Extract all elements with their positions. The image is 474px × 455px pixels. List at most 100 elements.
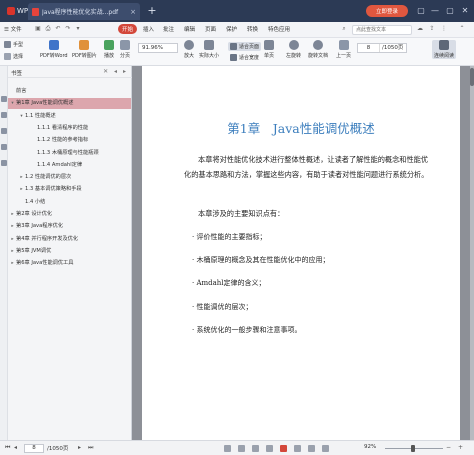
menu-start[interactable]: 开始: [118, 24, 138, 34]
search-panel-icon[interactable]: [1, 160, 7, 166]
settings-icon[interactable]: ⋮: [440, 25, 448, 33]
next-page-icon[interactable]: ▸: [78, 444, 81, 451]
toc-item[interactable]: 1.1.4 Amdahl定律: [8, 160, 131, 171]
search-icon[interactable]: ⌕: [340, 25, 348, 33]
prev-page-icon[interactable]: ◂: [14, 444, 17, 451]
menu-protect[interactable]: 保护: [226, 25, 237, 33]
toc-item[interactable]: ▸ 第5章 JVM调优: [8, 246, 131, 257]
new-tab-button[interactable]: +: [145, 3, 159, 19]
rotate-document-button[interactable]: 旋转文档: [308, 40, 328, 59]
toc-item[interactable]: 前言: [8, 86, 131, 97]
print-icon[interactable]: ⎙: [44, 25, 52, 33]
rotate-document-label: 旋转文档: [308, 53, 329, 59]
prev-page-button[interactable]: 上一页: [336, 40, 351, 59]
toc-item[interactable]: ▸ 第3章 Java程序优化: [8, 221, 131, 232]
last-page-icon[interactable]: ⏭: [88, 444, 93, 452]
zoom-slider[interactable]: [385, 445, 443, 452]
save-icon[interactable]: ▣: [34, 25, 42, 33]
collapse-ribbon-icon[interactable]: ⌃: [458, 25, 466, 33]
menu-features[interactable]: 特色应用: [268, 25, 290, 33]
redo-icon[interactable]: ↷: [64, 25, 72, 33]
document-viewport[interactable]: 第1章 Java性能调优概述 本章将对性能优化技术进行整体性概述，让读者了解性能…: [132, 66, 474, 440]
expanded-arrow-icon[interactable]: ▾: [18, 111, 25, 122]
toc-item[interactable]: 1.1.1 看清程序的性能: [8, 123, 131, 134]
collapsed-arrow-icon[interactable]: ▸: [9, 246, 16, 257]
toc-item[interactable]: ▸ 第6章 Java性能调优工具: [8, 258, 131, 269]
dual-page-view-icon[interactable]: [238, 445, 245, 452]
file-menu[interactable]: ☰ 文件: [4, 25, 22, 33]
toc-item[interactable]: ▸ 1.2 性能调优的层次: [8, 172, 131, 183]
hand-tool-button[interactable]: 手型: [4, 41, 23, 48]
collapsed-arrow-icon[interactable]: ▸: [18, 184, 25, 195]
split-button[interactable]: 分页: [120, 40, 130, 59]
single-page-view-icon[interactable]: [224, 445, 231, 452]
chapter-title: 第1章 Java性能调优概述: [227, 121, 375, 136]
toc-item[interactable]: ▸ 第4章 并行程序开发及优化: [8, 234, 131, 245]
expanded-arrow-icon[interactable]: ▾: [9, 98, 16, 109]
actual-size-button[interactable]: 实际大小: [199, 40, 219, 59]
window-layout-icon[interactable]: ▢: [414, 4, 428, 18]
up-arrow-icon: [338, 40, 349, 50]
book-view-icon[interactable]: [266, 445, 273, 452]
more-icon[interactable]: ▾: [74, 25, 82, 33]
collapsed-arrow-icon[interactable]: ▸: [9, 221, 16, 232]
collapsed-arrow-icon[interactable]: ▸: [9, 209, 16, 220]
share-icon[interactable]: ⇪: [428, 25, 436, 33]
collapsed-arrow-icon[interactable]: ▸: [9, 234, 16, 245]
menu-edit[interactable]: 编辑: [184, 25, 195, 33]
zoom-in-status-icon[interactable]: +: [458, 444, 463, 451]
scrollbar-thumb[interactable]: [470, 68, 474, 86]
toc-item[interactable]: 1.4 小结: [8, 197, 131, 208]
toc-item[interactable]: ▾ 第1章 Java性能调优概述: [8, 98, 131, 110]
search-input[interactable]: 点此查找文本: [352, 25, 412, 35]
toc-item[interactable]: ▾ 1.1 性能概述: [8, 111, 131, 122]
zoom-slider-knob[interactable]: [411, 445, 415, 452]
fullscreen-icon[interactable]: [280, 445, 287, 452]
zoom-in-button[interactable]: 放大: [184, 40, 194, 59]
undo-icon[interactable]: ↶: [54, 25, 62, 33]
collapsed-arrow-icon[interactable]: ▸: [18, 172, 25, 183]
close-tab-icon[interactable]: ×: [130, 8, 136, 16]
menu-insert[interactable]: 插入: [143, 25, 154, 33]
single-page-button[interactable]: 单页: [264, 40, 274, 59]
attachment-panel-icon[interactable]: [1, 144, 7, 150]
zoom-input[interactable]: 91.96%: [138, 43, 178, 53]
continuous-view-icon[interactable]: [252, 445, 259, 452]
collapsed-arrow-icon[interactable]: ▸: [9, 258, 16, 269]
current-page[interactable]: 8: [358, 44, 380, 52]
continuous-reading-button[interactable]: 连续阅读: [432, 40, 457, 59]
page-number-input[interactable]: 8 /1050页: [357, 43, 407, 53]
fit-width-button[interactable]: 适合宽度: [230, 54, 259, 61]
rotate-left-button[interactable]: 左旋转: [286, 40, 301, 59]
close-window-button[interactable]: ✕: [458, 4, 472, 18]
toc-item[interactable]: 1.1.2 性能的参考指标: [8, 135, 131, 146]
cloud-icon[interactable]: ☁: [416, 25, 424, 33]
background-color-icon[interactable]: [322, 445, 329, 452]
document-tab[interactable]: Java程序性能优化实战...pdf ×: [28, 3, 140, 20]
menu-comment[interactable]: 批注: [163, 25, 174, 33]
eye-protection-icon[interactable]: [294, 445, 301, 452]
vertical-scrollbar[interactable]: [470, 66, 474, 440]
menu-convert[interactable]: 转换: [247, 25, 258, 33]
toc-item[interactable]: ▸ 第2章 设计优化: [8, 209, 131, 220]
night-mode-icon[interactable]: [308, 445, 315, 452]
menu-page[interactable]: 页面: [205, 25, 216, 33]
zoom-out-icon[interactable]: −: [446, 444, 451, 451]
select-tool-button[interactable]: 选择: [4, 53, 23, 60]
comment-panel-icon[interactable]: [1, 128, 7, 134]
maximize-button[interactable]: ▢: [443, 4, 457, 18]
single-page-icon: [264, 40, 274, 50]
first-page-icon[interactable]: ⏮: [5, 444, 10, 452]
minimize-button[interactable]: —: [428, 4, 442, 18]
play-button[interactable]: 播放: [104, 40, 114, 59]
toc-item[interactable]: 1.1.3 木桶原理与性能瓶颈: [8, 148, 131, 159]
status-page-input[interactable]: 8: [24, 444, 44, 453]
pdf-to-word-button[interactable]: PDF转Word: [40, 40, 68, 59]
pdf-to-image-button[interactable]: PDF转图片: [72, 40, 97, 59]
bookmark-panel-icon[interactable]: [1, 96, 7, 102]
login-button[interactable]: 立即登录: [366, 5, 408, 17]
toc-item[interactable]: ▸ 1.3 基本调优策略和手段: [8, 184, 131, 195]
fit-page-button[interactable]: 适合页面: [228, 42, 262, 51]
thumbnail-panel-icon[interactable]: [1, 112, 7, 118]
sidebar-controls[interactable]: ✕ ◂ ▸: [103, 68, 128, 75]
